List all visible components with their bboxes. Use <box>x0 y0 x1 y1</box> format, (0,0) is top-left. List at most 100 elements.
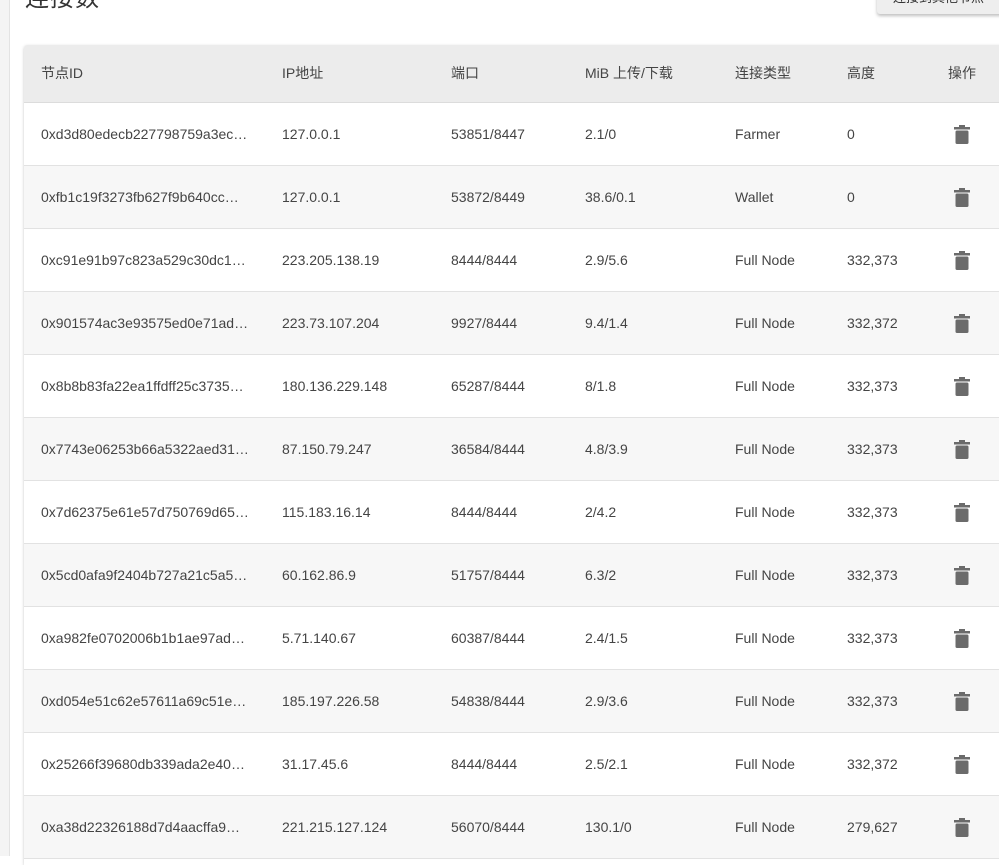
node-id-cell: 0x25266f39680db339ada2e40… <box>41 756 245 772</box>
table-row: 0x7d62375e61e57d750769d65… 115.183.16.14 8… <box>24 481 999 544</box>
trash-icon <box>954 818 970 837</box>
mib-cell: 38.6/0.1 <box>585 189 636 205</box>
delete-connection-button[interactable] <box>954 440 970 459</box>
delete-connection-button[interactable] <box>954 692 970 711</box>
table-row: 0xa38d22326188d7d4aacffa9… 221.215.127.12… <box>24 796 999 859</box>
header-mib[interactable]: MiB 上传/下载 <box>585 45 673 102</box>
node-id-cell: 0x901574ac3e93575ed0e71ad… <box>41 315 249 331</box>
header-connection-type[interactable]: 连接类型 <box>735 45 791 102</box>
ip-cell: 223.205.138.19 <box>282 252 380 268</box>
mib-cell: 9.4/1.4 <box>585 315 628 331</box>
delete-connection-button[interactable] <box>954 125 970 144</box>
port-cell: 36584/8444 <box>451 441 525 457</box>
ip-cell: 60.162.86.9 <box>282 567 356 583</box>
connection-type-cell: Full Node <box>735 378 795 394</box>
mib-cell: 2.9/5.6 <box>585 252 628 268</box>
delete-connection-button[interactable] <box>954 566 970 585</box>
delete-connection-button[interactable] <box>954 377 970 396</box>
node-id-cell: 0x7d62375e61e57d750769d65… <box>41 504 249 520</box>
port-cell: 8444/8444 <box>451 756 518 772</box>
port-cell: 54838/8444 <box>451 693 525 709</box>
delete-connection-button[interactable] <box>954 188 970 207</box>
ip-cell: 221.215.127.124 <box>282 819 388 835</box>
height-cell: 0 <box>847 126 855 142</box>
port-cell: 8444/8444 <box>451 504 518 520</box>
connection-type-cell: Full Node <box>735 315 795 331</box>
port-cell: 53851/8447 <box>451 126 525 142</box>
connection-type-cell: Full Node <box>735 441 795 457</box>
connect-to-node-button[interactable]: 连接到其他节点 <box>877 0 999 14</box>
delete-connection-button[interactable] <box>954 251 970 270</box>
node-id-cell: 0xfb1c19f3273fb627f9b640cc… <box>41 189 239 205</box>
trash-icon <box>954 503 970 522</box>
mib-cell: 8/1.8 <box>585 378 617 394</box>
table-row: 0x8b8b83fa22ea1ffdff25c3735… 180.136.229.… <box>24 355 999 418</box>
trash-icon <box>954 629 970 648</box>
connection-type-cell: Full Node <box>735 756 795 772</box>
height-cell: 332,373 <box>847 567 898 583</box>
header-height[interactable]: 高度 <box>847 45 875 102</box>
node-id-cell: 0xd3d80edecb227798759a3ec… <box>41 126 248 142</box>
ip-cell: 5.71.140.67 <box>282 630 356 646</box>
height-cell: 332,373 <box>847 378 898 394</box>
trash-icon <box>954 440 970 459</box>
table-row: 0xfb1c19f3273fb627f9b640cc… 127.0.0.1 5387… <box>24 166 999 229</box>
node-id-cell: 0x5cd0afa9f2404b727a21c5a5… <box>41 567 248 583</box>
port-cell: 8444/8444 <box>451 252 518 268</box>
trash-icon <box>954 755 970 774</box>
node-id-cell: 0x7743e06253b66a5322aed31… <box>41 441 249 457</box>
ip-cell: 115.183.16.14 <box>282 504 371 520</box>
section-title: 连接数 <box>25 0 100 13</box>
ip-cell: 223.73.107.204 <box>282 315 380 331</box>
ip-cell: 180.136.229.148 <box>282 378 388 394</box>
table-row: 0x25266f39680db339ada2e40… 31.17.45.6 8444… <box>24 733 999 796</box>
ip-cell: 185.197.226.58 <box>282 693 380 709</box>
connection-type-cell: Full Node <box>735 693 795 709</box>
ip-cell: 127.0.0.1 <box>282 126 341 142</box>
height-cell: 279,627 <box>847 819 898 835</box>
table-row: 0x901574ac3e93575ed0e71ad… 223.73.107.204… <box>24 292 999 355</box>
trash-icon <box>954 125 970 144</box>
header-port[interactable]: 端口 <box>451 45 479 102</box>
table-row: 0x5cd0afa9f2404b727a21c5a5… 60.162.86.9 51… <box>24 544 999 607</box>
delete-connection-button[interactable] <box>954 818 970 837</box>
connection-type-cell: Wallet <box>735 189 774 205</box>
port-cell: 60387/8444 <box>451 630 525 646</box>
table-row: 0xc91e91b97c823a529c30dc1… 223.205.138.19… <box>24 229 999 292</box>
node-id-cell: 0xa38d22326188d7d4aacffa9… <box>41 819 241 835</box>
height-cell: 0 <box>847 189 855 205</box>
trash-icon <box>954 314 970 333</box>
trash-icon <box>954 566 970 585</box>
table-header: 节点ID IP地址 端口 MiB 上传/下载 连接类型 高度 操作 <box>24 45 999 103</box>
height-cell: 332,372 <box>847 315 898 331</box>
mib-cell: 2.1/0 <box>585 126 617 142</box>
connection-type-cell: Farmer <box>735 126 781 142</box>
header-action: 操作 <box>948 65 976 81</box>
node-id-cell: 0x8b8b83fa22ea1ffdff25c3735… <box>41 378 244 394</box>
node-id-cell: 0xa982fe0702006b1b1ae97ad… <box>41 630 245 646</box>
ip-cell: 31.17.45.6 <box>282 756 349 772</box>
table-row: 0xa982fe0702006b1b1ae97ad… 5.71.140.67 603… <box>24 607 999 670</box>
port-cell: 9927/8444 <box>451 315 518 331</box>
port-cell: 56070/8444 <box>451 819 525 835</box>
table-row: 0x7743e06253b66a5322aed31… 87.150.79.247 3… <box>24 418 999 481</box>
connections-table: 节点ID IP地址 端口 MiB 上传/下载 连接类型 高度 操作 0xd3d8… <box>24 45 999 865</box>
height-cell: 332,372 <box>847 756 898 772</box>
delete-connection-button[interactable] <box>954 629 970 648</box>
header-node-id[interactable]: 节点ID <box>41 45 253 102</box>
delete-connection-button[interactable] <box>954 314 970 333</box>
ip-cell: 87.150.79.247 <box>282 441 372 457</box>
node-id-cell: 0xd054e51c62e57611a69c51e… <box>41 693 247 709</box>
height-cell: 332,373 <box>847 693 898 709</box>
mib-cell: 130.1/0 <box>585 819 632 835</box>
mib-cell: 2.4/1.5 <box>585 630 628 646</box>
delete-connection-button[interactable] <box>954 503 970 522</box>
connection-type-cell: Full Node <box>735 819 795 835</box>
connection-type-cell: Full Node <box>735 504 795 520</box>
delete-connection-button[interactable] <box>954 755 970 774</box>
table-row: 0xd054e51c62e57611a69c51e… 185.197.226.58… <box>24 670 999 733</box>
height-cell: 332,373 <box>847 441 898 457</box>
header-ip[interactable]: IP地址 <box>282 45 323 102</box>
connection-type-cell: Full Node <box>735 630 795 646</box>
ip-cell: 127.0.0.1 <box>282 189 341 205</box>
